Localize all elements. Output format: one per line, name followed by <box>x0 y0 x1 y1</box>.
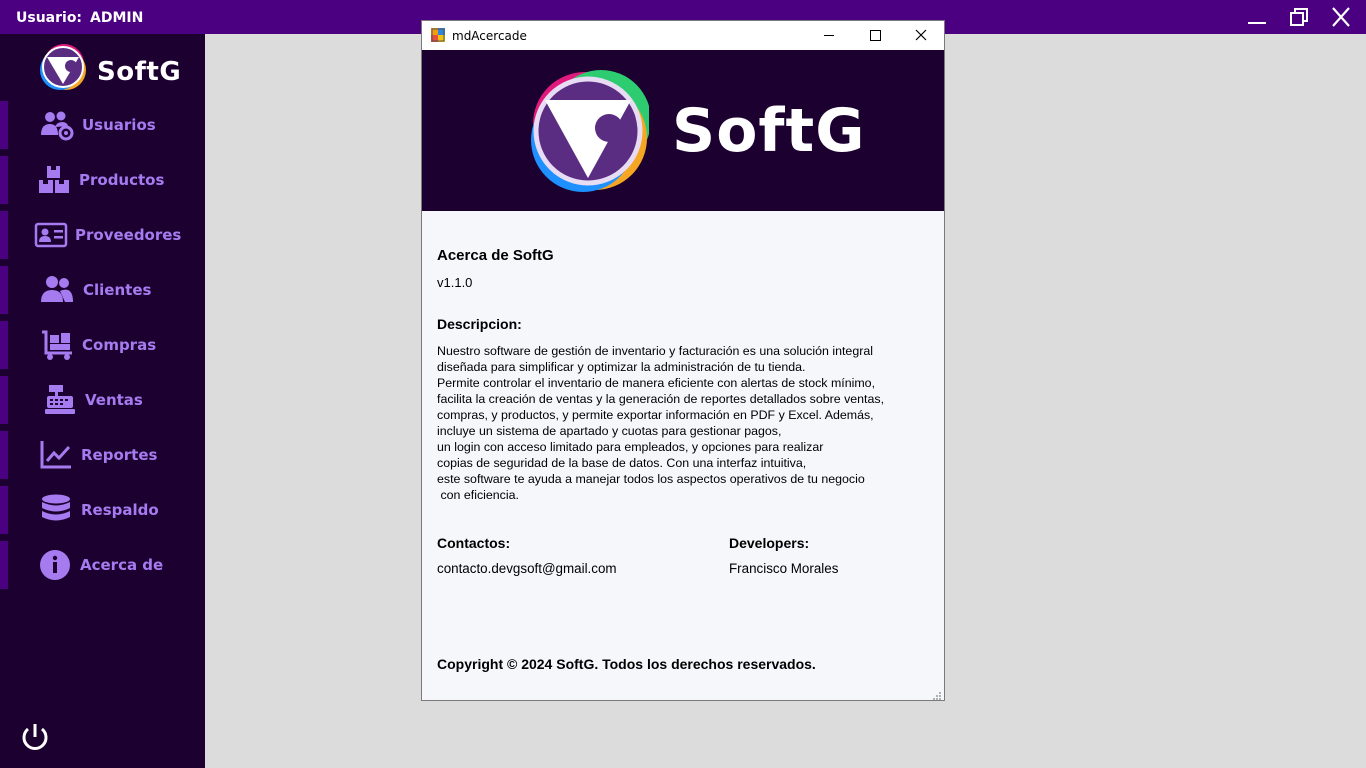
dialog-title-bar[interactable]: mdAcercade <box>422 21 944 50</box>
cart-icon <box>40 329 74 361</box>
nav-accent <box>0 431 8 479</box>
nav-accent <box>0 376 8 424</box>
sidebar-item-label: Compras <box>82 336 157 354</box>
copyright-text: Copyright © 2024 SoftG. Todos los derech… <box>437 656 816 672</box>
power-icon[interactable] <box>18 720 52 754</box>
nav-accent <box>0 156 8 204</box>
nav-accent <box>0 101 8 149</box>
nav-accent <box>0 541 8 589</box>
minimize-icon[interactable] <box>1242 2 1272 32</box>
about-banner: SoftG <box>422 50 944 211</box>
developers-heading: Developers: <box>729 535 810 551</box>
sidebar-item-productos[interactable]: Productos <box>0 156 205 204</box>
nav-accent <box>0 486 8 534</box>
close-icon[interactable] <box>1326 2 1356 32</box>
sidebar-item-label: Acerca de <box>80 556 164 574</box>
sidebar-item-acerca-de[interactable]: Acerca de <box>0 541 205 589</box>
cash-register-icon <box>43 384 77 416</box>
brand-logo: SoftG <box>38 42 182 92</box>
banner-brand-name: SoftG <box>672 96 866 166</box>
sidebar-item-label: Reportes <box>81 446 158 464</box>
sidebar-item-label: Proveedores <box>75 226 182 244</box>
boxes-icon <box>37 164 71 196</box>
sidebar-item-clientes[interactable]: Clientes <box>0 266 205 314</box>
user-label: Usuario: <box>16 10 83 26</box>
info-icon <box>38 549 72 581</box>
sidebar-item-respaldo[interactable]: Respaldo <box>0 486 205 534</box>
nav-accent <box>0 211 8 259</box>
sidebar: SoftG Usuarios Productos Proveedores Cli… <box>0 34 205 768</box>
resize-grip-icon[interactable] <box>932 688 942 700</box>
database-icon <box>39 494 73 526</box>
about-title: Acerca de SoftG <box>437 247 554 264</box>
softg-logo-icon <box>531 70 649 192</box>
nav-accent <box>0 266 8 314</box>
developer-name: Francisco Morales <box>729 561 839 576</box>
sidebar-item-label: Productos <box>79 171 165 189</box>
people-icon <box>40 274 74 306</box>
user-name: ADMIN <box>90 10 144 26</box>
sidebar-item-usuarios[interactable]: Usuarios <box>0 101 205 149</box>
sidebar-item-compras[interactable]: Compras <box>0 321 205 369</box>
sidebar-item-label: Usuarios <box>82 116 156 134</box>
sidebar-item-proveedores[interactable]: Proveedores <box>0 211 205 259</box>
description-heading: Descripcion: <box>437 316 522 332</box>
about-dialog: mdAcercade SoftG Acerca de SoftG v1.1.0 … <box>421 20 945 701</box>
dialog-maximize-icon[interactable] <box>852 21 898 50</box>
restore-icon[interactable] <box>1284 2 1314 32</box>
dialog-close-icon[interactable] <box>898 21 944 50</box>
version-label: v1.1.0 <box>437 275 473 290</box>
nav-accent <box>0 321 8 369</box>
dialog-minimize-icon[interactable] <box>806 21 852 50</box>
brand-name: SoftG <box>97 57 182 87</box>
sidebar-item-label: Respaldo <box>81 501 159 519</box>
dialog-title: mdAcercade <box>452 29 527 43</box>
chart-line-icon <box>39 439 73 471</box>
app-icon <box>431 28 445 42</box>
description-text: Nuestro software de gestión de inventari… <box>437 344 885 502</box>
sidebar-item-label: Ventas <box>85 391 143 409</box>
contacts-heading: Contactos: <box>437 535 511 551</box>
softg-logo-icon <box>40 44 86 90</box>
sidebar-item-reportes[interactable]: Reportes <box>0 431 205 479</box>
sidebar-item-ventas[interactable]: Ventas <box>0 376 205 424</box>
users-gear-icon <box>40 109 74 141</box>
contact-card-icon <box>34 219 68 251</box>
contact-email: contacto.devgsoft@gmail.com <box>437 561 617 576</box>
sidebar-item-label: Clientes <box>83 281 152 299</box>
